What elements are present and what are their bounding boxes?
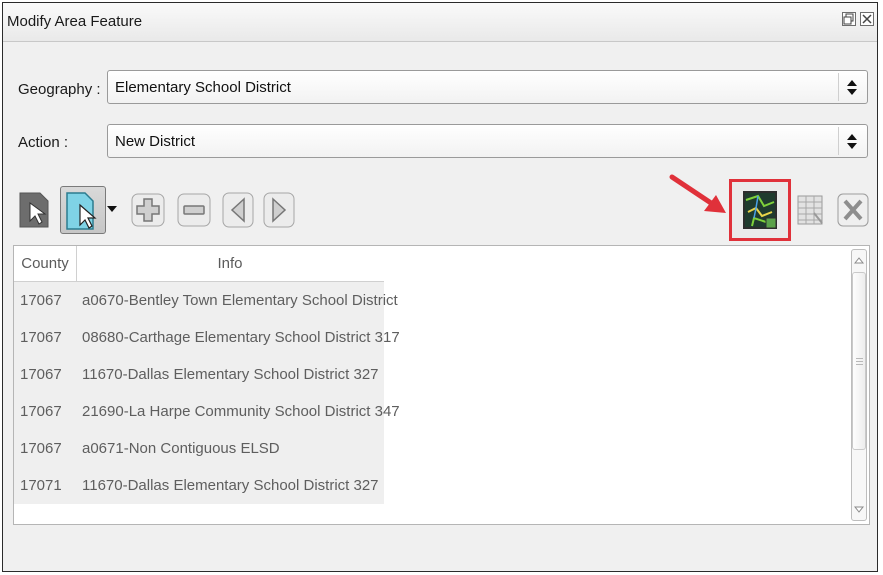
county-cell: 17067 (20, 440, 62, 457)
table-header: County Info (14, 246, 384, 282)
column-header-info[interactable]: Info (76, 246, 384, 281)
clear-icon (837, 193, 869, 227)
action-label: Action : (18, 134, 69, 151)
scrollbar-thumb[interactable] (852, 272, 866, 450)
info-cell: a0670-Bentley Town Elementary School Dis… (82, 292, 398, 309)
table-view-button[interactable] (792, 189, 828, 231)
select-by-area-button[interactable] (60, 186, 106, 234)
table-row[interactable]: 17067 11670-Dallas Elementary School Dis… (14, 356, 384, 393)
scroll-down-icon[interactable] (853, 501, 865, 517)
county-cell: 17067 (20, 329, 62, 346)
info-cell: 21690-La Harpe Community School District… (82, 403, 400, 420)
float-icon[interactable] (842, 12, 856, 26)
remove-icon (177, 193, 211, 227)
table-row[interactable]: 17067 08680-Carthage Elementary School D… (14, 319, 400, 356)
county-cell: 17067 (20, 403, 62, 420)
next-icon (263, 192, 295, 228)
select-feature-button[interactable] (14, 189, 54, 231)
vertical-scrollbar[interactable] (851, 249, 867, 521)
geography-dropdown-arrow-icon[interactable] (838, 73, 865, 101)
add-button[interactable] (128, 189, 168, 231)
info-cell: 08680-Carthage Elementary School Distric… (82, 329, 400, 346)
action-select[interactable]: New District (107, 124, 868, 158)
previous-button[interactable] (219, 189, 257, 231)
map-view-button[interactable] (729, 179, 791, 241)
info-cell: 11670-Dallas Elementary School District … (82, 477, 379, 494)
info-cell: a0671-Non Contiguous ELSD (82, 440, 280, 457)
district-table: County Info 17067 a0670-Bentley Town Ele… (13, 245, 870, 525)
dropdown-arrow-icon (107, 206, 117, 212)
next-button[interactable] (260, 189, 298, 231)
modify-area-feature-window: Modify Area Feature Geography : Elementa… (2, 2, 878, 572)
title-bar: Modify Area Feature (3, 3, 877, 42)
county-cell: 17067 (20, 292, 62, 309)
county-cell: 17067 (20, 366, 62, 383)
column-header-county[interactable]: County (14, 246, 77, 281)
geography-select[interactable]: Elementary School District (107, 70, 868, 104)
table-row[interactable]: 17067 21690-La Harpe Community School Di… (14, 393, 400, 430)
previous-icon (222, 192, 254, 228)
table-row[interactable]: 17067 a0671-Non Contiguous ELSD (14, 430, 384, 467)
table-row[interactable]: 17067 a0670-Bentley Town Elementary Scho… (14, 282, 398, 319)
county-cell: 17071 (20, 477, 62, 494)
action-dropdown-arrow-icon[interactable] (838, 127, 865, 155)
select-feature-icon (19, 192, 49, 228)
add-icon (131, 193, 165, 227)
close-icon[interactable] (860, 12, 874, 26)
window-title: Modify Area Feature (7, 13, 143, 30)
scroll-up-icon[interactable] (853, 253, 865, 269)
table-view-icon (797, 195, 823, 225)
geography-label: Geography : (18, 81, 101, 98)
info-cell: 11670-Dallas Elementary School District … (82, 366, 379, 383)
remove-button[interactable] (174, 189, 214, 231)
map-view-icon (743, 191, 777, 229)
annotation-arrow-icon (669, 174, 726, 213)
clear-button[interactable] (833, 189, 873, 231)
select-by-area-icon (66, 192, 97, 230)
select-mode-dropdown[interactable] (106, 200, 118, 218)
table-row[interactable]: 17071 11670-Dallas Elementary School Dis… (14, 467, 384, 504)
action-value: New District (115, 133, 196, 150)
geography-value: Elementary School District (115, 79, 291, 96)
